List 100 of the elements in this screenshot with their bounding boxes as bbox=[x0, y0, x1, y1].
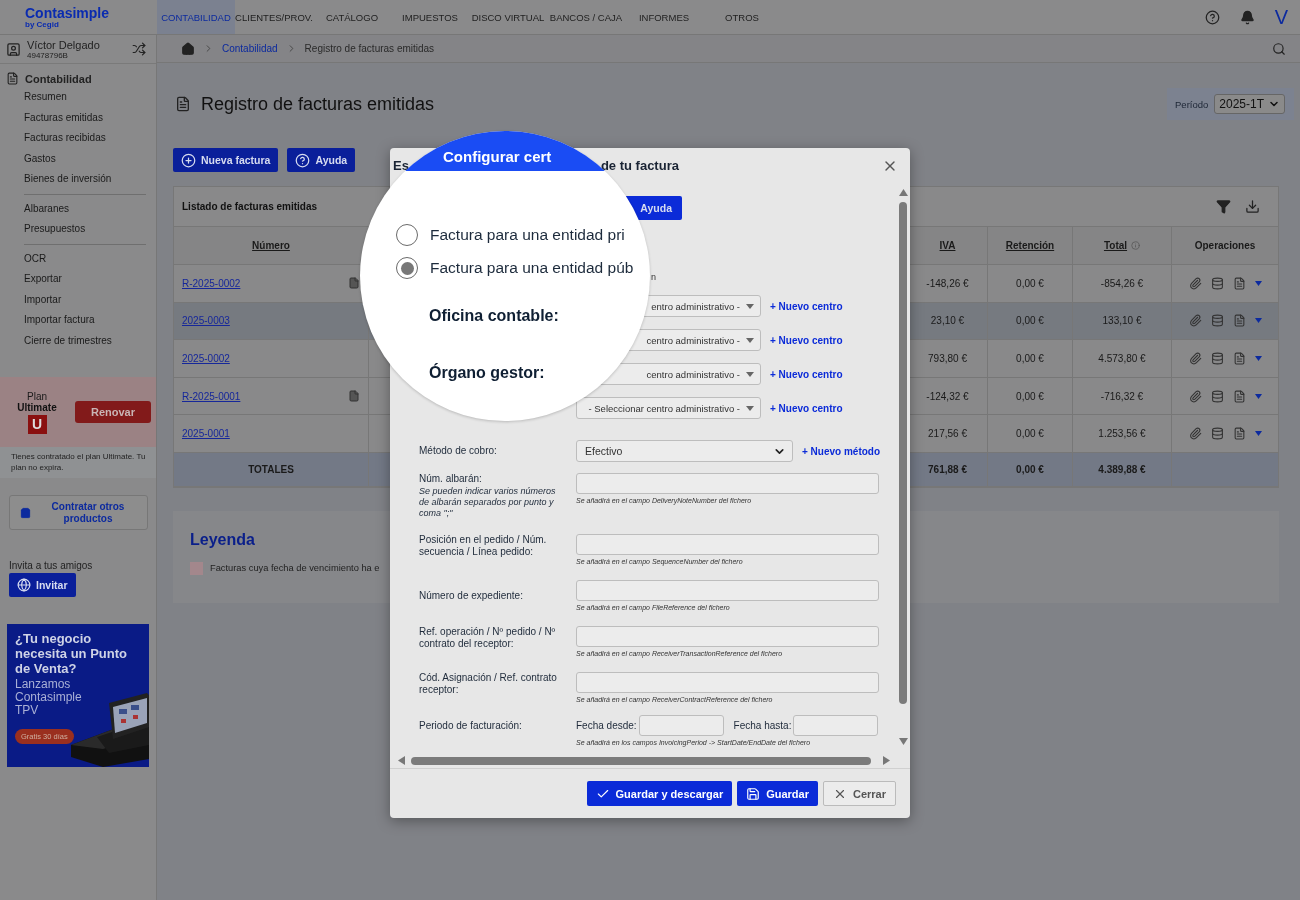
caret-icon[interactable] bbox=[1254, 356, 1262, 361]
sidebar-item[interactable]: Facturas emitidas bbox=[0, 107, 156, 128]
text-field[interactable] bbox=[576, 534, 879, 555]
paperclip-icon[interactable] bbox=[1188, 352, 1202, 365]
horizontal-scrollbar[interactable] bbox=[390, 753, 910, 769]
radio-button[interactable] bbox=[396, 257, 418, 279]
document-icon[interactable] bbox=[348, 390, 360, 403]
caret-icon[interactable] bbox=[1254, 431, 1262, 437]
file-icon[interactable] bbox=[1232, 352, 1246, 365]
nav-tab[interactable]: CONTABILIDAD bbox=[157, 0, 235, 34]
database-icon[interactable] bbox=[1210, 276, 1224, 290]
breadcrumb-link[interactable]: Contabilidad bbox=[222, 43, 278, 54]
logo[interactable]: Contasimple bbox=[25, 6, 157, 20]
new-center-link[interactable]: + Nuevo centro bbox=[770, 300, 843, 312]
database-icon[interactable] bbox=[1210, 389, 1224, 403]
sidebar-item[interactable]: Bienes de inversión bbox=[0, 169, 156, 190]
payment-method-select[interactable]: Efectivo bbox=[576, 440, 793, 462]
close-button[interactable]: Cerrar bbox=[822, 781, 896, 806]
text-field[interactable] bbox=[576, 580, 879, 601]
save-button[interactable]: Guardar bbox=[737, 781, 818, 806]
scroll-left-arrow-icon[interactable] bbox=[398, 756, 405, 765]
column-header[interactable]: Número bbox=[252, 240, 290, 251]
invoice-number-link[interactable]: 2025-0002 bbox=[182, 353, 230, 364]
bell-icon[interactable] bbox=[1239, 9, 1255, 25]
home-icon[interactable] bbox=[181, 41, 195, 56]
file-icon[interactable] bbox=[1232, 276, 1246, 290]
sidebar-item[interactable]: Gastos bbox=[0, 148, 156, 169]
text-field[interactable] bbox=[576, 626, 879, 647]
date-from-field[interactable] bbox=[638, 715, 724, 736]
field-label: Posición en el pedido / Núm. secuencia / Línea pedido: bbox=[419, 534, 548, 558]
radio-button[interactable] bbox=[396, 224, 418, 246]
column-header[interactable]: Total bbox=[1103, 240, 1128, 251]
filter-icon[interactable] bbox=[1216, 199, 1231, 214]
field-label: Número de expediente: bbox=[419, 589, 524, 602]
database-icon[interactable] bbox=[1210, 314, 1224, 328]
database-icon[interactable] bbox=[1210, 352, 1224, 365]
new-invoice-button[interactable]: Nueva factura bbox=[173, 148, 279, 172]
save-button[interactable]: Guardar y descargar bbox=[586, 781, 733, 806]
document-icon[interactable] bbox=[348, 277, 360, 290]
paperclip-icon[interactable] bbox=[1188, 314, 1202, 328]
renew-button[interactable]: Renovar bbox=[75, 401, 151, 423]
file-icon[interactable] bbox=[1232, 314, 1246, 328]
invoice-number-link[interactable]: R-2025-0001 bbox=[182, 390, 241, 402]
sidebar-item[interactable]: Resumen bbox=[0, 87, 156, 108]
new-center-link[interactable]: + Nuevo centro bbox=[770, 334, 843, 346]
sidebar-item[interactable]: OCR bbox=[0, 248, 156, 269]
scroll-right-arrow-icon[interactable] bbox=[883, 756, 890, 765]
nav-tab[interactable]: BANCOS / CAJA bbox=[547, 0, 625, 34]
radio-label[interactable]: Factura para una entidad púb bbox=[430, 259, 634, 277]
paperclip-icon[interactable] bbox=[1188, 276, 1202, 290]
new-center-link[interactable]: + Nuevo centro bbox=[770, 368, 843, 380]
table-cell: 0,00 € bbox=[988, 265, 1073, 302]
new-method-link[interactable]: + Nuevo método bbox=[802, 445, 881, 457]
sidebar-item[interactable]: Exportar bbox=[0, 269, 156, 290]
table-cell: 0,00 € bbox=[988, 377, 1073, 415]
text-field[interactable] bbox=[576, 473, 879, 494]
invoice-number-link[interactable]: 2025-0003 bbox=[182, 315, 230, 327]
table-cell: 4.389,88 € bbox=[1073, 452, 1172, 486]
nav-tab[interactable]: CLIENTES/PROV. bbox=[235, 0, 313, 34]
search-icon[interactable] bbox=[1272, 41, 1286, 56]
user-avatar[interactable]: V bbox=[1274, 5, 1288, 29]
shopping-bag-icon bbox=[20, 505, 31, 520]
help-button[interactable]: Ayuda bbox=[287, 148, 356, 172]
help-icon[interactable] bbox=[1204, 9, 1220, 25]
file-icon[interactable] bbox=[1232, 427, 1246, 441]
caret-icon[interactable] bbox=[1254, 393, 1262, 399]
products-button[interactable]: Contratar otros productos bbox=[9, 495, 148, 530]
nav-tab[interactable]: INFORMES bbox=[625, 0, 703, 34]
period-select[interactable]: 2025-1T bbox=[1214, 94, 1285, 114]
sidebar-item[interactable]: Importar factura bbox=[0, 310, 156, 331]
caret-icon[interactable] bbox=[1254, 318, 1262, 324]
radio-label[interactable]: Factura para una entidad pri bbox=[430, 226, 625, 244]
database-icon[interactable] bbox=[1210, 427, 1224, 441]
paperclip-icon[interactable] bbox=[1188, 427, 1202, 441]
date-from-label: Fecha desde: bbox=[576, 720, 637, 731]
invoice-number-link[interactable]: 2025-0001 bbox=[182, 428, 230, 440]
paperclip-icon[interactable] bbox=[1188, 389, 1202, 403]
sidebar-item[interactable]: Importar bbox=[0, 289, 156, 310]
column-header[interactable]: Retención bbox=[1005, 240, 1055, 251]
invoice-number-link[interactable]: R-2025-0002 bbox=[182, 277, 241, 289]
center-select[interactable]: - Seleccionar centro administrativo - bbox=[576, 397, 761, 419]
date-to-field[interactable] bbox=[793, 715, 879, 736]
file-icon[interactable] bbox=[1232, 389, 1246, 403]
scroll-up-arrow-icon[interactable] bbox=[898, 189, 908, 196]
column-header[interactable]: IVA bbox=[939, 240, 956, 251]
new-center-link[interactable]: + Nuevo centro bbox=[770, 402, 843, 414]
nav-tab[interactable]: OTROS bbox=[703, 0, 781, 34]
sidebar-item[interactable]: Facturas recibidas bbox=[0, 128, 156, 149]
download-icon[interactable] bbox=[1245, 199, 1260, 214]
scroll-down-arrow-icon[interactable] bbox=[898, 738, 908, 745]
caret-icon[interactable] bbox=[1254, 280, 1262, 286]
nav-tab[interactable]: IMPUESTOS bbox=[391, 0, 469, 34]
nav-tab[interactable]: DISCO VIRTUAL bbox=[469, 0, 547, 34]
sidebar-item[interactable]: Albaranes bbox=[0, 198, 156, 219]
nav-tab[interactable]: CATÁLOGO bbox=[313, 0, 391, 34]
switch-icon[interactable] bbox=[132, 42, 146, 56]
invite-button[interactable]: Invitar bbox=[9, 573, 76, 597]
text-field[interactable] bbox=[576, 672, 879, 693]
sidebar-item[interactable]: Cierre de trimestres bbox=[0, 330, 156, 351]
sidebar-item[interactable]: Presupuestos bbox=[0, 219, 156, 240]
